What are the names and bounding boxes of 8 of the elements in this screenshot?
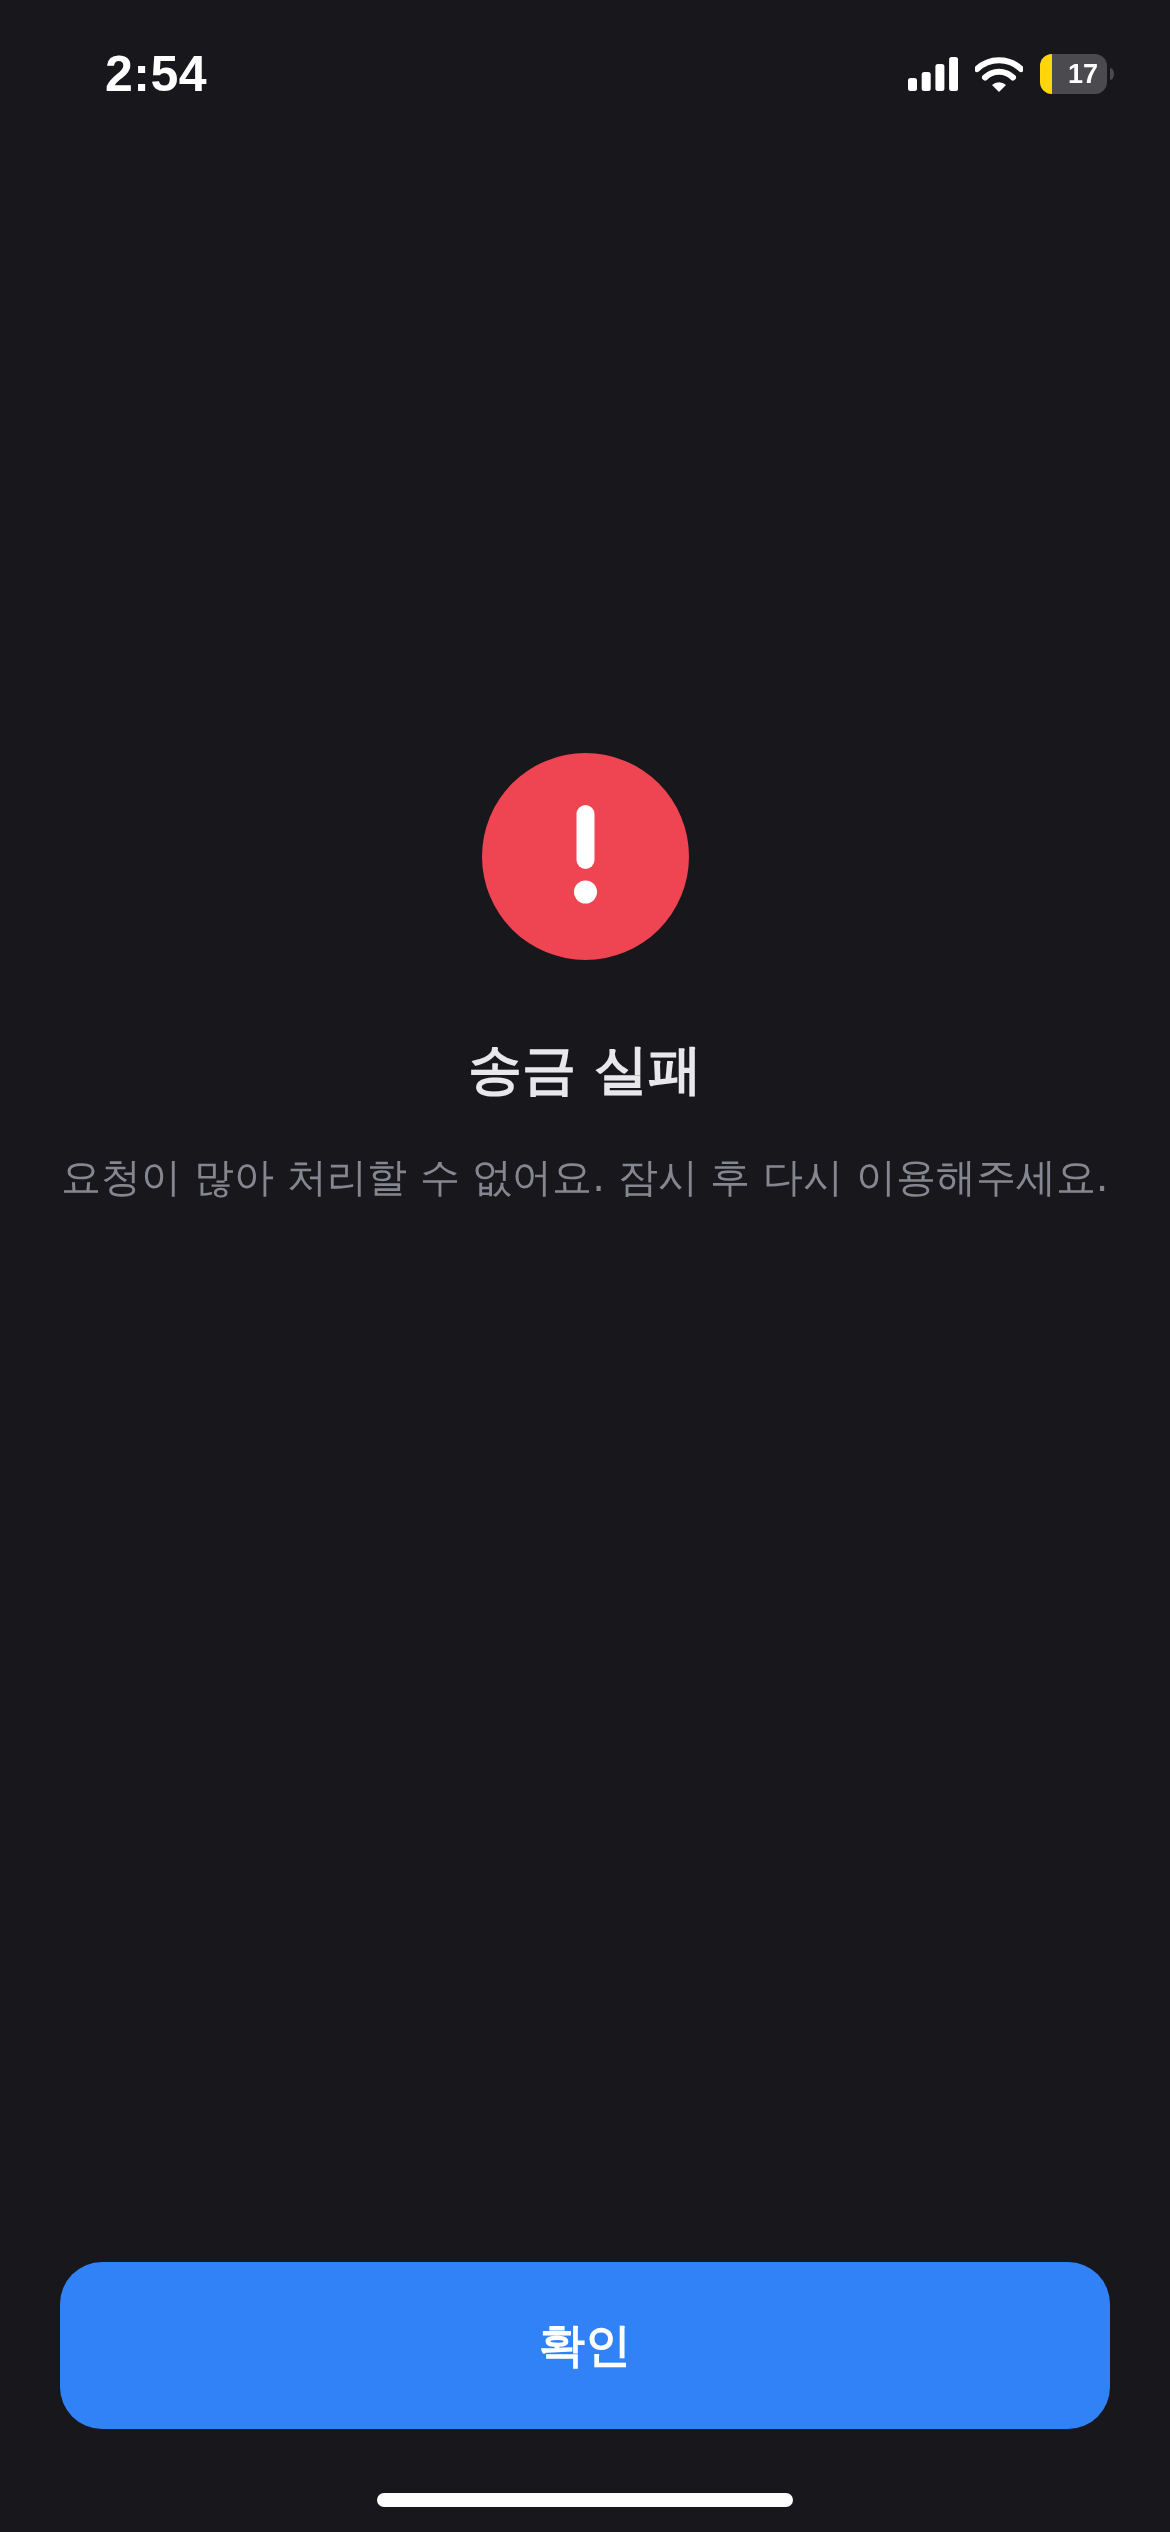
battery-percent: 17	[1066, 57, 1099, 91]
wifi-icon	[975, 56, 1023, 92]
exclamation-icon	[481, 753, 689, 960]
alert-title: 송금 실패	[467, 1037, 703, 1103]
confirm-button[interactable]: 확인	[60, 2262, 1110, 2429]
alert-message: 요청이 많아 처리할 수 없어요. 잠시 후 다시 이용해주세요.	[61, 1153, 1109, 1202]
status-time: 2:54	[105, 49, 208, 99]
signal-icon	[908, 57, 958, 91]
